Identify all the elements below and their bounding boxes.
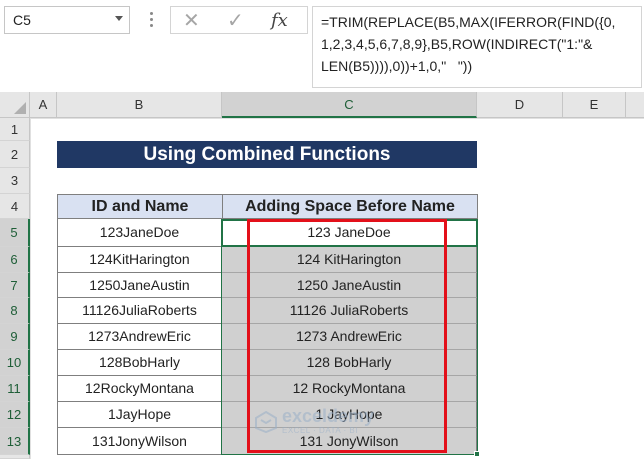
watermark-name: exceldemy [282, 406, 375, 426]
column-header-d[interactable]: D [477, 92, 563, 118]
row-header-14[interactable] [0, 455, 30, 459]
header-id-and-name[interactable]: ID and Name [57, 194, 223, 219]
row-header-2[interactable]: 2 [0, 141, 30, 168]
row-header-1[interactable]: 1 [0, 118, 30, 141]
row-header-6[interactable]: 6 [0, 247, 30, 273]
header-adding-space[interactable]: Adding Space Before Name [222, 194, 478, 219]
sheet-title[interactable]: Using Combined Functions [57, 141, 477, 168]
formula-input[interactable]: =TRIM(REPLACE(B5,MAX(IFERROR(FIND({0, 1,2… [312, 6, 642, 88]
row-header-4[interactable]: 4 [0, 194, 30, 219]
formula-bar-buttons: ✕ ✓ fx [170, 6, 308, 34]
select-all-button[interactable] [0, 92, 30, 118]
name-box[interactable]: C5 [4, 6, 130, 34]
column-header-b[interactable]: B [57, 92, 222, 118]
table-cell-input[interactable]: 1JayHope [57, 402, 222, 428]
enter-icon[interactable]: ✓ [227, 10, 244, 32]
formula-line-2: 1,2,3,4,5,6,7,8,9},B5,ROW(INDIRECT("1:"& [321, 36, 593, 52]
formula-line-3: LEN(B5)))),0))+1,0," ")) [321, 58, 473, 74]
column-header-a[interactable]: A [30, 92, 57, 118]
formula-line-1: =TRIM(REPLACE(B5,MAX(IFERROR(FIND({0, [321, 14, 616, 30]
table-cell-input[interactable]: 1273AndrewEric [57, 324, 222, 350]
row-header-12[interactable]: 12 [0, 402, 30, 428]
table-cell-input[interactable]: 128BobHarly [57, 350, 222, 376]
fill-handle[interactable] [474, 451, 480, 457]
name-box-value: C5 [13, 12, 31, 28]
column-header-e[interactable]: E [563, 92, 626, 118]
row-header-10[interactable]: 10 [0, 350, 30, 376]
table-cell-input[interactable]: 131JonyWilson [57, 428, 222, 455]
exceldemy-logo-icon [255, 410, 277, 434]
watermark: exceldemy EXCEL · DATA · BI [254, 404, 404, 440]
column-header-c[interactable]: C [222, 92, 477, 118]
row-header-3[interactable]: 3 [0, 168, 30, 194]
watermark-tagline: EXCEL · DATA · BI [282, 426, 358, 435]
drag-handle-icon[interactable] [150, 12, 154, 28]
row-header-9[interactable]: 9 [0, 324, 30, 350]
row-header-8[interactable]: 8 [0, 298, 30, 324]
row-header-13[interactable]: 13 [0, 428, 30, 455]
table-cell-input[interactable]: 11126JuliaRoberts [57, 298, 222, 324]
table-cell-input[interactable]: 1250JaneAustin [57, 273, 222, 298]
table-cell-input[interactable]: 124KitHarington [57, 247, 222, 273]
chevron-down-icon[interactable] [115, 16, 123, 21]
cancel-icon[interactable]: ✕ [183, 10, 200, 32]
table-cell-input[interactable]: 123JaneDoe [57, 219, 222, 247]
column-header-next[interactable] [626, 92, 644, 118]
insert-function-icon[interactable]: fx [271, 10, 288, 32]
table-cell-input[interactable]: 12RockyMontana [57, 376, 222, 402]
row-header-11[interactable]: 11 [0, 376, 30, 402]
select-all-icon [14, 102, 26, 114]
row-header-5[interactable]: 5 [0, 219, 30, 247]
row-header-7[interactable]: 7 [0, 273, 30, 298]
